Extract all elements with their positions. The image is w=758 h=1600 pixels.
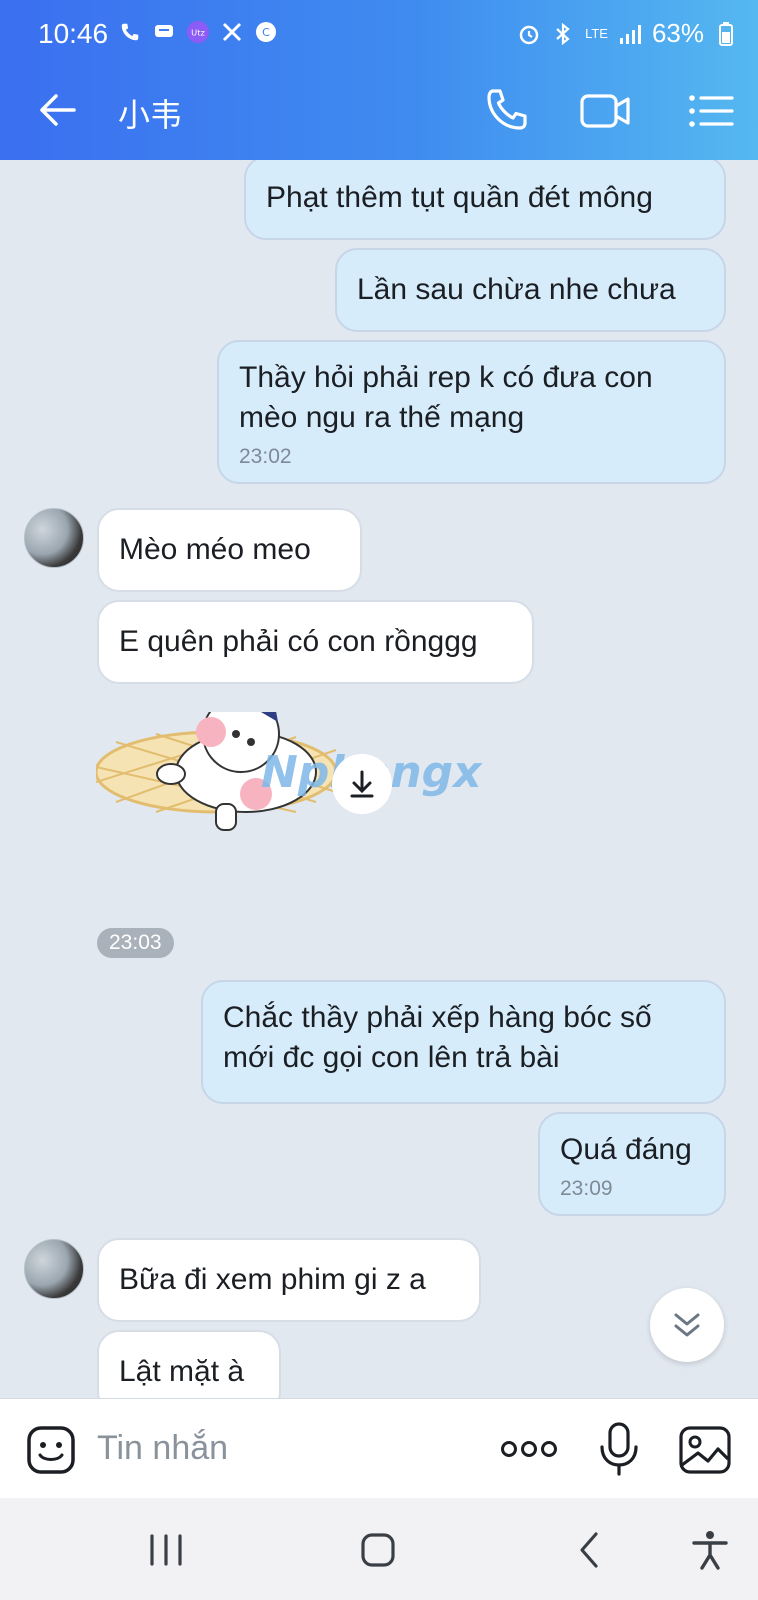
message-text: Quá đáng	[560, 1133, 692, 1166]
more-dots-icon	[501, 1441, 557, 1457]
download-icon	[350, 770, 374, 798]
chat-status-icon	[152, 20, 176, 44]
menu-list-icon	[689, 95, 734, 127]
voice-record-button[interactable]	[598, 1421, 640, 1477]
messenger-status-icon: C	[254, 20, 278, 44]
message-text: Mèo méo meo	[119, 533, 311, 566]
more-options-button[interactable]	[500, 1439, 558, 1459]
message-bubble-outgoing[interactable]: Phạt thêm tụt quần đét mông	[244, 160, 726, 240]
svg-text:C: C	[262, 26, 270, 39]
microphone-icon	[600, 1422, 638, 1476]
signal-icon	[618, 22, 642, 46]
status-system-icons: LTE 63%	[517, 18, 738, 49]
recent-apps-button[interactable]	[144, 1528, 188, 1572]
message-bubble-outgoing[interactable]: Thầy hỏi phải rep k có đưa con mèo ngu r…	[217, 340, 726, 484]
message-bubble-incoming[interactable]: E quên phải có con rồnggg	[97, 600, 534, 684]
back-arrow-icon	[40, 94, 76, 126]
message-text: Phạt thêm tụt quần đét mông	[266, 181, 653, 214]
alarm-icon	[517, 22, 541, 46]
video-camera-icon	[580, 94, 630, 128]
message-bubble-incoming[interactable]: Lật mặt à	[97, 1330, 281, 1398]
home-button[interactable]	[356, 1528, 400, 1572]
sticker-button[interactable]	[26, 1425, 76, 1475]
message-text: Thầy hỏi phải rep k có đưa con mèo ngu r…	[239, 361, 653, 434]
message-bubble-outgoing[interactable]: Chắc thầy phải xếp hàng bóc số mới đc gọ…	[201, 980, 726, 1104]
contact-name[interactable]: 小韦	[118, 90, 182, 136]
chevron-double-down-icon	[674, 1313, 700, 1337]
status-time: 10:46	[38, 18, 109, 49]
chat-options-button[interactable]	[684, 84, 738, 138]
contact-avatar[interactable]	[24, 1239, 84, 1299]
home-icon	[361, 1533, 395, 1567]
sticker-message[interactable]: Nphangx	[94, 695, 496, 862]
message-text: Chắc thầy phải xếp hàng bóc số mới đc gọ…	[223, 1001, 652, 1074]
nav-back-button[interactable]	[568, 1528, 612, 1572]
message-bubble-incoming[interactable]: Bữa đi xem phim gi z a	[97, 1238, 481, 1322]
cat-sticker-image: Nphangx	[94, 695, 483, 831]
message-text: E quên phải có con rồnggg	[119, 625, 478, 658]
phone-icon	[487, 89, 527, 130]
composer-bar: Tin nhắn	[0, 1398, 758, 1498]
gallery-icon	[679, 1426, 731, 1474]
message-timestamp: 23:02	[239, 445, 292, 468]
message-timestamp: 23:09	[560, 1177, 613, 1200]
tools-status-icon	[220, 20, 244, 44]
accessibility-icon	[692, 1531, 728, 1570]
accessibility-button[interactable]	[688, 1528, 732, 1572]
status-notification-icons: Utz C	[118, 20, 278, 44]
voice-call-button[interactable]	[480, 84, 534, 138]
contact-avatar[interactable]	[24, 508, 84, 568]
message-bubble-incoming[interactable]: Mèo méo meo	[97, 508, 362, 592]
status-bar: 10:46 Utz C LTE 63%	[0, 0, 758, 62]
bluetooth-icon	[551, 22, 575, 46]
battery-icon	[714, 21, 738, 46]
nav-back-icon	[580, 1532, 598, 1568]
app-badge-icon: Utz	[186, 20, 210, 44]
message-list[interactable]: Phạt thêm tụt quần đét mông Lần sau chừa…	[0, 160, 758, 1398]
message-bubble-outgoing[interactable]: Lần sau chừa nhe chưa	[335, 248, 726, 332]
message-time-pill: 23:03	[97, 928, 174, 958]
system-nav-bar	[0, 1498, 758, 1600]
top-bar: 10:46 Utz C LTE 63% 小韦	[0, 0, 758, 160]
download-sticker-button[interactable]	[332, 754, 392, 814]
battery-percent: 63%	[651, 18, 704, 48]
chat-header: 小韦	[0, 62, 758, 160]
lte-label: LTE	[585, 25, 608, 41]
message-text: Lần sau chừa nhe chưa	[357, 273, 676, 306]
scroll-to-bottom-button[interactable]	[650, 1288, 724, 1362]
recent-apps-icon	[150, 1534, 182, 1566]
message-text: Lật mặt à	[119, 1355, 245, 1388]
message-input[interactable]: Tin nhắn	[97, 1429, 228, 1468]
call-status-icon	[118, 20, 142, 44]
back-button[interactable]	[36, 88, 80, 132]
message-bubble-outgoing[interactable]: Quá đáng 23:09	[538, 1112, 726, 1216]
message-text: Bữa đi xem phim gi z a	[119, 1263, 426, 1296]
gallery-button[interactable]	[678, 1425, 732, 1475]
sticker-smile-icon	[27, 1426, 75, 1474]
video-call-button[interactable]	[578, 84, 632, 138]
svg-text:Utz: Utz	[191, 28, 205, 38]
